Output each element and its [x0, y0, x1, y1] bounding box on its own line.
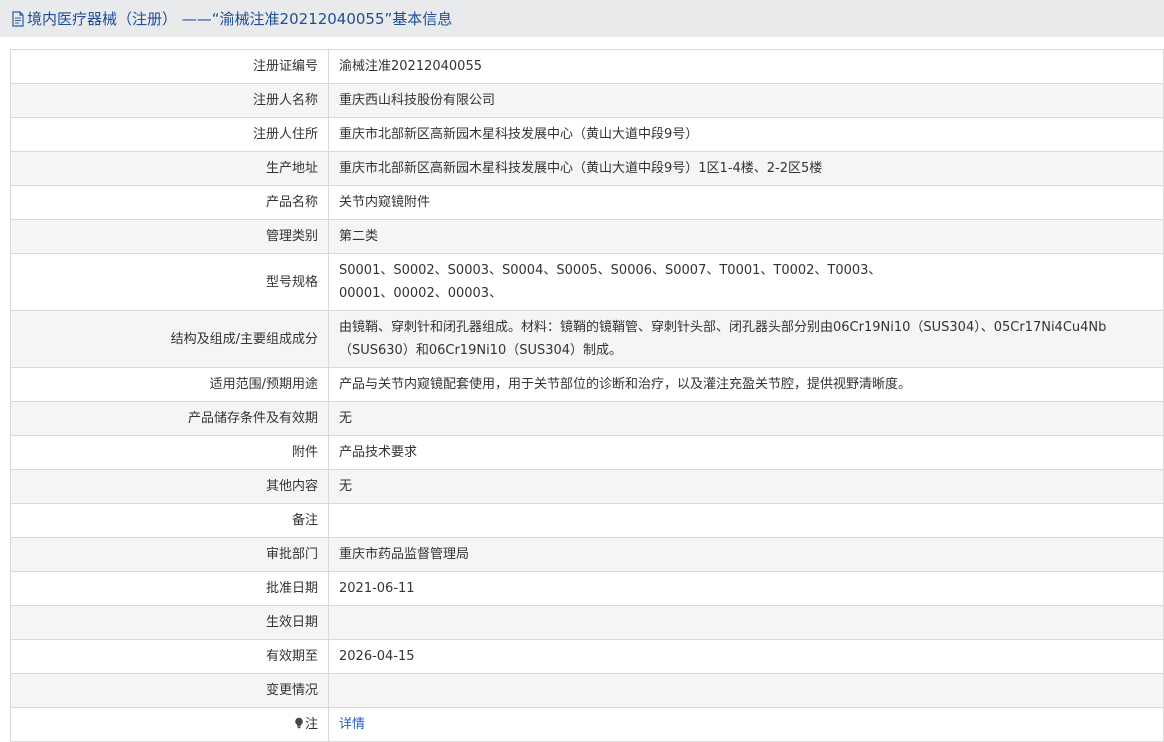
details-link[interactable]: 详情	[339, 717, 365, 732]
row-label: 注册人住所	[10, 117, 329, 152]
row-label: 其他内容	[10, 469, 329, 504]
row-value: 详情	[328, 707, 1164, 742]
row-value	[328, 605, 1164, 640]
table-row-remarks: 备注	[10, 503, 1164, 538]
row-label: 备注	[10, 503, 329, 538]
row-value: 重庆西山科技股份有限公司	[328, 83, 1164, 118]
document-icon	[11, 10, 25, 27]
row-value: 重庆市北部新区高新园木星科技发展中心（黄山大道中段9号）1区1-4楼、2-2区5…	[328, 151, 1164, 186]
lightbulb-icon	[294, 714, 304, 729]
row-label: 管理类别	[10, 219, 329, 254]
row-value-line: （SUS630）和06Cr19Ni10（SUS304）制成。	[339, 343, 623, 358]
row-label: 批准日期	[10, 571, 329, 606]
table-row-effective-date: 生效日期	[10, 605, 1164, 640]
row-value	[328, 503, 1164, 538]
row-value: 重庆市药品监督管理局	[328, 537, 1164, 572]
table-row-note: 注 详情	[10, 707, 1164, 742]
row-value: 无	[328, 401, 1164, 436]
table-row-registration-number: 注册证编号 渝械注准20212040055	[10, 49, 1164, 84]
row-label: 产品名称	[10, 185, 329, 220]
table-row-approval-department: 审批部门 重庆市药品监督管理局	[10, 537, 1164, 572]
row-label: 变更情况	[10, 673, 329, 708]
table-row-attachment: 附件 产品技术要求	[10, 435, 1164, 470]
row-label: 生产地址	[10, 151, 329, 186]
table-row-valid-until: 有效期至 2026-04-15	[10, 639, 1164, 674]
row-value: 渝械注准20212040055	[328, 49, 1164, 84]
table-row-intended-use: 适用范围/预期用途 产品与关节内窥镜配套使用，用于关节部位的诊断和治疗，以及灌注…	[10, 367, 1164, 402]
row-label: 附件	[10, 435, 329, 470]
row-value: 第二类	[328, 219, 1164, 254]
table-row-product-name: 产品名称 关节内窥镜附件	[10, 185, 1164, 220]
row-value: 产品技术要求	[328, 435, 1164, 470]
table-row-change-status: 变更情况	[10, 673, 1164, 708]
table-row-management-class: 管理类别 第二类	[10, 219, 1164, 254]
row-value: 重庆市北部新区高新园木星科技发展中心（黄山大道中段9号）	[328, 117, 1164, 152]
row-value-line: S0001、S0002、S0003、S0004、S0005、S0006、S000…	[339, 263, 882, 278]
row-label: 注册人名称	[10, 83, 329, 118]
table-row-storage-validity: 产品储存条件及有效期 无	[10, 401, 1164, 436]
row-label: 适用范围/预期用途	[10, 367, 329, 402]
row-label: 产品储存条件及有效期	[10, 401, 329, 436]
table-row-approval-date: 批准日期 2021-06-11	[10, 571, 1164, 606]
row-value-line: 00001、00002、00003、	[339, 286, 503, 301]
page-header: 境内医疗器械（注册） ——“渝械注准20212040055”基本信息	[0, 0, 1164, 37]
row-label: 注册证编号	[10, 49, 329, 84]
row-label: 结构及组成/主要组成成分	[10, 310, 329, 368]
table-row-other-content: 其他内容 无	[10, 469, 1164, 504]
row-label: 审批部门	[10, 537, 329, 572]
row-value: 关节内窥镜附件	[328, 185, 1164, 220]
row-value: 2021-06-11	[328, 571, 1164, 606]
row-label: 有效期至	[10, 639, 329, 674]
row-label: 型号规格	[10, 253, 329, 311]
table-row-model-spec: 型号规格 S0001、S0002、S0003、S0004、S0005、S0006…	[10, 253, 1164, 311]
table-row-registrant-address: 注册人住所 重庆市北部新区高新园木星科技发展中心（黄山大道中段9号）	[10, 117, 1164, 152]
table-row-registrant-name: 注册人名称 重庆西山科技股份有限公司	[10, 83, 1164, 118]
row-value: 由镜鞘、穿刺针和闭孔器组成。材料：镜鞘的镜鞘管、穿刺针头部、闭孔器头部分别由06…	[328, 310, 1164, 368]
table-row-production-address: 生产地址 重庆市北部新区高新园木星科技发展中心（黄山大道中段9号）1区1-4楼、…	[10, 151, 1164, 186]
row-label: 生效日期	[10, 605, 329, 640]
row-value: 无	[328, 469, 1164, 504]
row-value	[328, 673, 1164, 708]
page-title: 境内医疗器械（注册） ——“渝械注准20212040055”基本信息	[27, 10, 453, 28]
row-label: 注	[10, 707, 329, 742]
row-value: S0001、S0002、S0003、S0004、S0005、S0006、S000…	[328, 253, 1164, 311]
table-row-structure-composition: 结构及组成/主要组成成分 由镜鞘、穿刺针和闭孔器组成。材料：镜鞘的镜鞘管、穿刺针…	[10, 310, 1164, 368]
row-value: 2026-04-15	[328, 639, 1164, 674]
detail-table: 注册证编号 渝械注准20212040055 注册人名称 重庆西山科技股份有限公司…	[10, 49, 1164, 742]
note-label-text: 注	[304, 717, 318, 732]
row-value-line: 由镜鞘、穿刺针和闭孔器组成。材料：镜鞘的镜鞘管、穿刺针头部、闭孔器头部分别由06…	[339, 320, 1107, 335]
row-value: 产品与关节内窥镜配套使用，用于关节部位的诊断和治疗，以及灌注充盈关节腔，提供视野…	[328, 367, 1164, 402]
detail-table-container: 注册证编号 渝械注准20212040055 注册人名称 重庆西山科技股份有限公司…	[10, 49, 1164, 742]
